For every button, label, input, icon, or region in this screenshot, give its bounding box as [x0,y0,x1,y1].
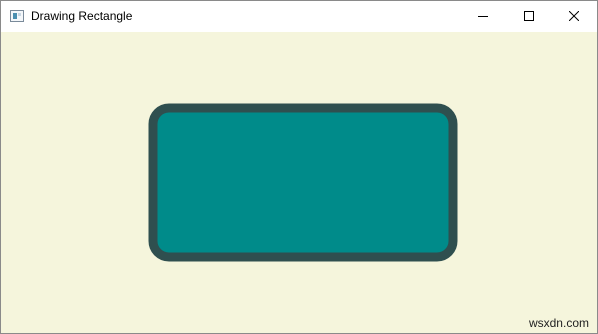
minimize-icon [478,16,488,17]
rounded-rectangle [148,103,458,262]
maximize-button[interactable] [506,1,552,32]
app-icon[interactable] [10,10,24,22]
application-window: Drawing Rectangle wsxdn.com [0,0,598,334]
maximize-icon [524,11,534,21]
close-icon [569,11,579,21]
watermark-text: wsxdn.com [528,316,589,330]
close-button[interactable] [551,1,597,32]
minimize-button[interactable] [460,1,506,32]
drawing-canvas: wsxdn.com [1,32,597,333]
canvas-svg [148,103,458,262]
title-bar[interactable]: Drawing Rectangle [1,1,597,32]
window-title: Drawing Rectangle [31,9,133,23]
